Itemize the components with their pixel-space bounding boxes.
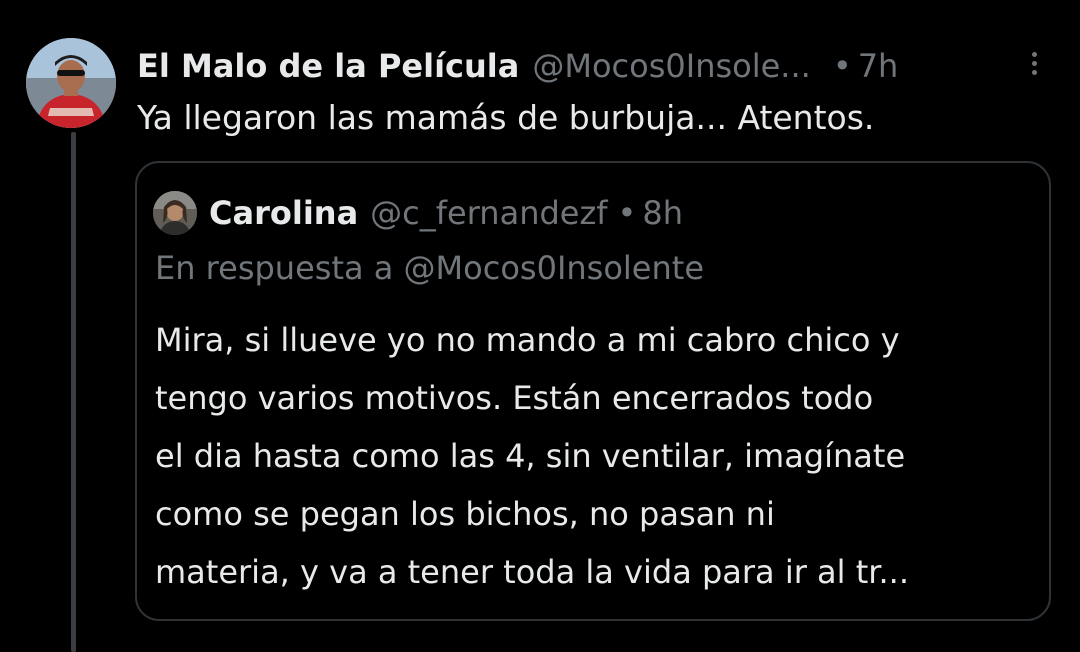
- user-avatar[interactable]: [26, 38, 116, 128]
- reply-to-label[interactable]: En respuesta a @Mocos0Insolente: [155, 249, 704, 287]
- quoted-text-line: como se pegan los bichos, no pasan ni: [155, 495, 775, 533]
- author-handle[interactable]: @Mocos0Insole...: [532, 47, 810, 85]
- quoted-author-handle[interactable]: @c_fernandezf: [370, 194, 607, 232]
- quoted-tweet-card[interactable]: Carolina @c_fernandezf • 8h En respuesta…: [135, 161, 1051, 621]
- header-separator: •: [832, 47, 852, 85]
- quoted-text-line: el dia hasta como las 4, sin ventilar, i…: [155, 437, 906, 475]
- quoted-text-line: tengo varios motivos. Están encerrados t…: [155, 379, 874, 417]
- thread-connector-line: [71, 132, 76, 652]
- quoted-tweet-header: Carolina @c_fernandezf • 8h: [209, 189, 683, 237]
- quoted-author-display-name[interactable]: Carolina: [209, 194, 358, 232]
- tweet-timestamp[interactable]: 7h: [858, 47, 899, 85]
- author-display-name[interactable]: El Malo de la Película: [137, 47, 519, 85]
- quoted-text-line: Mira, si llueve yo no mando a mi cabro c…: [155, 321, 900, 359]
- tweet-text: Ya llegaron las mamás de burbuja... Aten…: [137, 98, 875, 137]
- quoted-header-separator: •: [617, 194, 637, 232]
- more-vertical-icon[interactable]: [1027, 52, 1041, 80]
- quoted-user-avatar[interactable]: [153, 191, 197, 235]
- quoted-tweet-text: Mira, si llueve yo no mando a mi cabro c…: [155, 311, 1045, 601]
- tweet-header: El Malo de la Película @Mocos0Insole... …: [137, 40, 898, 92]
- quoted-text-line: materia, y va a tener toda la vida para …: [155, 553, 909, 591]
- quoted-tweet-timestamp[interactable]: 8h: [642, 194, 683, 232]
